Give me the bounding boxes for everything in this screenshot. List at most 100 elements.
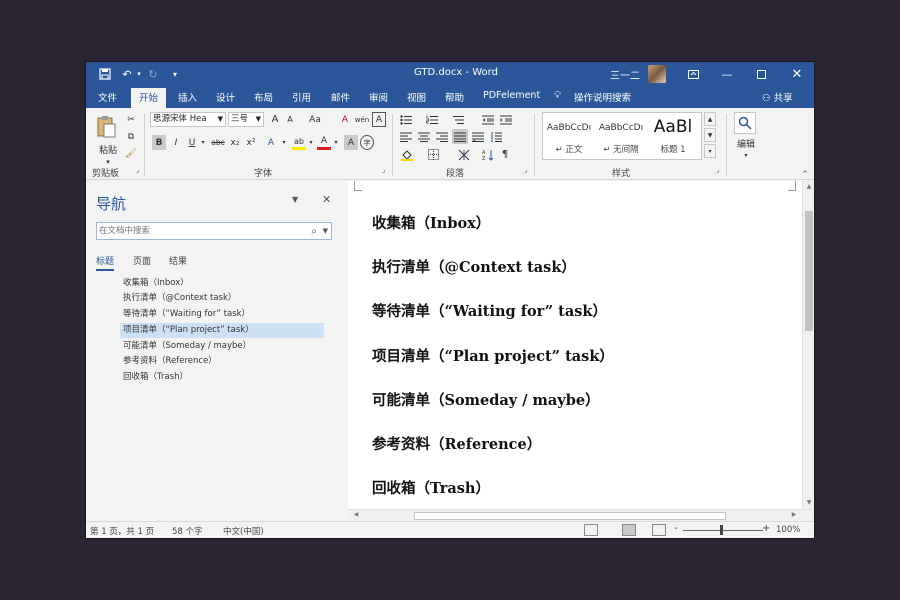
styles-scroll-up-icon[interactable]: ▲ [704, 112, 716, 126]
ribbon-display-icon[interactable] [676, 62, 710, 86]
clipboard-launcher-icon[interactable]: ⌟ [136, 166, 139, 174]
style-no-spacing[interactable]: AaBbCcDı ↵ 无间隔 [595, 113, 647, 159]
nav-heading-item[interactable]: 可能清单（Someday / maybe） [120, 339, 324, 354]
bullets-icon[interactable] [398, 112, 414, 127]
change-case-button[interactable]: Aa [304, 112, 326, 127]
underline-button[interactable]: U [185, 135, 199, 150]
copy-icon[interactable]: ⧉ [124, 129, 138, 144]
underline-dropdown-icon[interactable]: ▾ [199, 135, 207, 150]
zoom-level[interactable]: 100% [776, 525, 800, 535]
user-name[interactable]: 三一二 [610, 67, 640, 82]
superscript-button[interactable]: x² [244, 135, 258, 150]
editing-dropdown-icon[interactable]: ▾ [732, 148, 760, 163]
zoom-slider[interactable] [683, 530, 763, 531]
document-heading[interactable]: 等待清单（“Waiting for” task） [372, 300, 607, 321]
align-center-icon[interactable] [416, 129, 432, 144]
scroll-right-icon[interactable]: ▶ [788, 511, 800, 518]
font-color-dropdown-icon[interactable]: ▾ [332, 135, 340, 150]
show-marks-icon[interactable]: ¶ [498, 147, 512, 162]
horizontal-scroll-thumb[interactable] [414, 512, 726, 520]
zoom-slider-thumb[interactable] [720, 525, 723, 535]
shading-icon[interactable] [400, 147, 414, 162]
align-left-icon[interactable] [398, 129, 414, 144]
document-heading[interactable]: 回收箱（Trash） [372, 477, 490, 498]
text-effects-dropdown-icon[interactable]: ▾ [280, 135, 288, 150]
nav-search-input[interactable]: 在文档中搜索 ⌕ ▼ [96, 222, 332, 240]
zoom-out-button[interactable]: - [674, 523, 678, 534]
multilevel-list-icon[interactable] [450, 112, 466, 127]
maximize-icon[interactable] [744, 62, 778, 86]
highlight-dropdown-icon[interactable]: ▾ [307, 135, 315, 150]
font-launcher-icon[interactable]: ⌟ [382, 166, 385, 174]
decrease-indent-icon[interactable] [480, 112, 496, 127]
paragraph-launcher-icon[interactable]: ⌟ [524, 166, 527, 174]
close-icon[interactable]: ✕ [322, 193, 331, 206]
search-icon[interactable]: ⌕ [311, 224, 317, 240]
language-indicator[interactable]: 中文(中国) [223, 525, 264, 537]
subscript-button[interactable]: x₂ [228, 135, 242, 150]
strikethrough-button[interactable]: abc [210, 135, 226, 150]
font-name-select[interactable]: 思源宋体 Hea ▼ [150, 112, 226, 127]
grow-font-button[interactable]: A [268, 112, 282, 127]
tab-pages[interactable]: 页面 [133, 254, 151, 267]
styles-more-icon[interactable]: ▾ [704, 144, 716, 158]
nav-heading-item-selected[interactable]: 项目清单（“Plan project” task） [120, 323, 324, 338]
page-count[interactable]: 第 1 页，共 1 页 [90, 525, 154, 537]
tab-insert[interactable]: 插入 [178, 90, 197, 104]
char-shading-button[interactable]: A [344, 135, 358, 150]
tab-home[interactable]: 开始 [131, 88, 167, 108]
align-right-icon[interactable] [434, 129, 450, 144]
justify-icon[interactable] [452, 129, 468, 144]
collapse-ribbon-icon[interactable]: ^ [800, 166, 810, 181]
chevron-down-icon[interactable]: ▼ [323, 223, 328, 239]
minimize-icon[interactable]: — [710, 62, 744, 86]
style-heading-1[interactable]: AaBl 标题 1 [647, 113, 699, 159]
increase-indent-icon[interactable] [498, 112, 514, 127]
tab-mailings[interactable]: 邮件 [331, 90, 350, 104]
print-layout-icon[interactable] [622, 524, 636, 536]
document-heading[interactable]: 可能清单（Someday / maybe） [372, 389, 600, 410]
paste-icon[interactable] [94, 114, 118, 140]
tab-view[interactable]: 视图 [407, 90, 426, 104]
highlight-button[interactable]: ab [292, 135, 306, 150]
tab-results[interactable]: 结果 [169, 254, 187, 267]
tab-review[interactable]: 审阅 [369, 90, 388, 104]
redo-icon[interactable]: ↻ [144, 65, 162, 83]
italic-button[interactable]: I [169, 135, 183, 150]
distributed-icon[interactable] [470, 129, 486, 144]
cut-icon[interactable]: ✂ [124, 112, 138, 127]
web-layout-icon[interactable] [652, 524, 666, 536]
share-button[interactable]: ⚇ 共享 [762, 90, 793, 104]
tell-me-search[interactable]: 操作说明搜索 [574, 90, 631, 104]
document-page[interactable]: 收集箱（Inbox） 执行清单（@Context task） 等待清单（“Wai… [348, 181, 814, 519]
numbering-icon[interactable] [424, 112, 440, 127]
zoom-in-button[interactable]: + [762, 523, 770, 534]
word-count[interactable]: 58 个字 [172, 525, 203, 537]
nav-heading-item[interactable]: 收集箱（Inbox） [120, 276, 324, 291]
tab-references[interactable]: 引用 [292, 90, 311, 104]
bold-button[interactable]: B [152, 135, 166, 150]
read-mode-icon[interactable] [584, 524, 598, 536]
vertical-scroll-thumb[interactable] [805, 211, 813, 331]
asian-layout-icon[interactable] [456, 147, 472, 162]
enclose-char-button[interactable]: 字 [360, 135, 374, 150]
document-heading[interactable]: 执行清单（@Context task） [372, 256, 576, 277]
scroll-left-icon[interactable]: ◀ [350, 511, 362, 518]
shrink-font-button[interactable]: A [283, 112, 297, 127]
styles-scroll-down-icon[interactable]: ▼ [704, 128, 716, 142]
tab-design[interactable]: 设计 [216, 90, 235, 104]
document-heading[interactable]: 项目清单（“Plan project” task） [372, 345, 614, 366]
style-normal[interactable]: AaBbCcDı ↵ 正文 [543, 113, 595, 159]
nav-options-icon[interactable]: ▼ [292, 195, 298, 204]
clear-format-button[interactable]: A [338, 112, 352, 127]
save-icon[interactable] [96, 65, 114, 83]
lightbulb-icon[interactable]: 💡︎ [554, 90, 561, 101]
nav-heading-item[interactable]: 参考资料（Reference） [120, 354, 324, 369]
phonetic-guide-button[interactable]: wén [354, 112, 370, 127]
format-painter-icon[interactable]: 🖌︎ [124, 146, 138, 161]
close-icon[interactable]: ✕ [780, 62, 814, 86]
scroll-up-icon[interactable]: ▲ [803, 183, 815, 190]
document-heading[interactable]: 收集箱（Inbox） [372, 212, 490, 233]
nav-heading-item[interactable]: 等待清单（“Waiting for” task） [120, 307, 324, 322]
font-color-button[interactable]: A [317, 135, 331, 150]
